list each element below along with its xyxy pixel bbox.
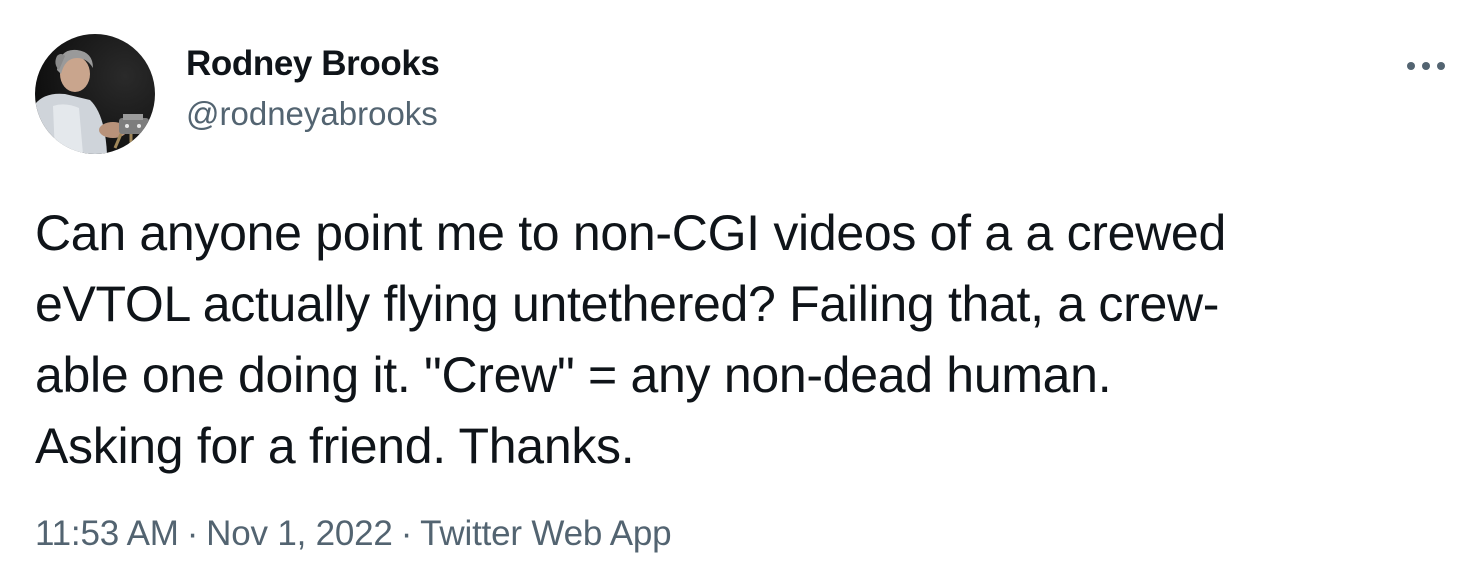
tweet-time[interactable]: 11:53 AM	[35, 514, 179, 553]
author-avatar[interactable]	[35, 34, 155, 154]
tweet-text: Can anyone point me to non-CGI videos of…	[35, 198, 1435, 482]
author-name[interactable]: Rodney Brooks	[186, 44, 440, 84]
tweet-text-line: eVTOL actually flying untethered? Failin…	[35, 276, 1220, 332]
meta-separator: ·	[186, 514, 199, 553]
meta-separator: ·	[400, 514, 413, 553]
author-handle[interactable]: @rodneyabrooks	[186, 95, 438, 133]
more-horizontal-icon	[1407, 62, 1445, 70]
tweet-card: Rodney Brooks @rodneyabrooks Can anyone …	[0, 0, 1464, 580]
tweet-metadata: 11:53 AM · Nov 1, 2022 · Twitter Web App	[35, 514, 672, 554]
more-options-button[interactable]	[1405, 50, 1447, 82]
tweet-text-line: Can anyone point me to non-CGI videos of…	[35, 205, 1226, 261]
tweet-text-line: Asking for a friend. Thanks.	[35, 418, 635, 474]
profile-photo-icon	[35, 34, 155, 154]
tweet-date[interactable]: Nov 1, 2022	[206, 514, 393, 553]
tweet-text-line: able one doing it. "Crew" = any non-dead…	[35, 347, 1112, 403]
tweet-source[interactable]: Twitter Web App	[420, 514, 671, 553]
